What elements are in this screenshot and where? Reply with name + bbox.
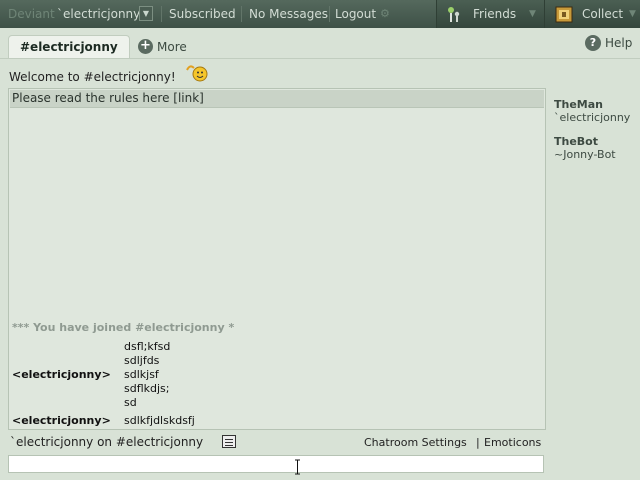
help-link[interactable]: Help: [605, 36, 632, 50]
tab-label: #electricjonny: [20, 40, 118, 54]
help-icon[interactable]: ?: [585, 35, 601, 51]
list-icon[interactable]: [222, 435, 236, 448]
divider: [161, 6, 162, 22]
chat-input[interactable]: [8, 455, 544, 473]
topic-bar: Please read the rules here [link]: [10, 90, 544, 108]
message-line: sdflkdjs;: [124, 382, 170, 395]
status-text: `electricjonny on #electricjonny: [10, 435, 204, 449]
user-group-label: TheBot: [554, 135, 598, 148]
message-line: sdlkjsf: [124, 368, 159, 381]
divider: [241, 6, 242, 22]
link-separator: |: [476, 436, 480, 449]
username-link[interactable]: `electricjonny: [57, 7, 140, 21]
chat-log[interactable]: Please read the rules here [link] *** Yo…: [8, 88, 546, 430]
user-list-item[interactable]: ~Jonny-Bot: [554, 148, 616, 161]
chatroom-settings-link[interactable]: Chatroom Settings: [364, 436, 467, 449]
friends-icon: [448, 7, 460, 22]
divider: [329, 6, 330, 22]
collect-label: Collect: [582, 7, 624, 21]
smiley-icon: [186, 65, 208, 82]
friends-label: Friends: [473, 7, 517, 21]
messages-link[interactable]: No Messages: [249, 7, 328, 21]
tab-underline: [0, 58, 640, 59]
more-tab-button[interactable]: More: [157, 40, 187, 54]
collect-icon: [555, 6, 573, 23]
user-group-label: TheMan: [554, 98, 603, 111]
settings-icon[interactable]: ⚙: [380, 7, 390, 20]
message-line: sdlkfjdlskdsfj: [124, 414, 195, 427]
emoticons-link[interactable]: Emoticons: [484, 436, 541, 449]
join-notice: *** You have joined #electricjonny *: [12, 321, 235, 334]
welcome-message: Welcome to #electricjonny!: [9, 70, 176, 84]
message-line: sd: [124, 396, 137, 409]
user-list-item[interactable]: `electricjonny: [554, 111, 630, 124]
user-dropdown-button[interactable]: ▼: [139, 6, 153, 21]
chevron-down-icon: ▼: [529, 9, 536, 19]
tab-electricjonny[interactable]: #electricjonny: [8, 35, 130, 59]
friends-menu[interactable]: Friends ▼: [436, 0, 544, 28]
text-cursor-icon: [295, 459, 300, 475]
dropdown-arrow-icon: ▼: [142, 9, 150, 18]
topic-text[interactable]: Please read the rules here [link]: [12, 91, 204, 105]
deviant-label: Deviant: [8, 7, 55, 21]
top-bar: Deviant `electricjonny ▼ Subscribed No M…: [0, 0, 640, 28]
logout-link[interactable]: Logout: [335, 7, 376, 21]
message-nick[interactable]: <electricjonny>: [12, 414, 111, 427]
message-line: sdljfds: [124, 354, 160, 367]
plus-icon[interactable]: +: [138, 39, 153, 54]
message-nick[interactable]: <electricjonny>: [12, 368, 111, 381]
message-line: dsfl;kfsd: [124, 340, 171, 353]
collect-menu[interactable]: Collect ▼: [544, 0, 640, 28]
chevron-down-icon: ▼: [629, 9, 636, 19]
subscribed-link[interactable]: Subscribed: [169, 7, 236, 21]
